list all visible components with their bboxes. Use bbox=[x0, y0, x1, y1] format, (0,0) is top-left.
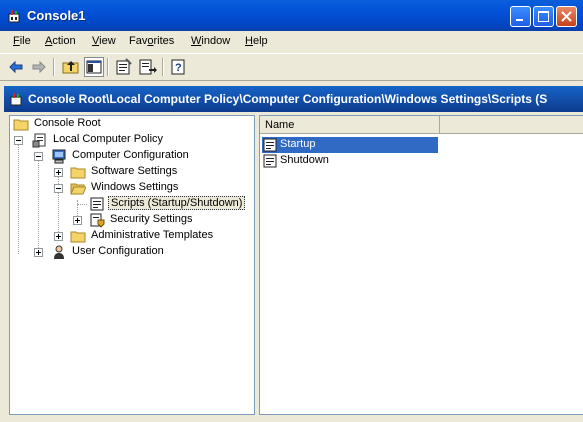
mmc-path-icon bbox=[10, 93, 22, 106]
menu-favorites-pre: Fav bbox=[129, 35, 148, 47]
properties-icon bbox=[116, 58, 132, 75]
security-icon bbox=[90, 213, 105, 228]
script-icon bbox=[263, 138, 277, 152]
collapse-toggle[interactable] bbox=[34, 152, 43, 161]
properties-button[interactable] bbox=[114, 57, 134, 77]
tree-connector bbox=[77, 204, 87, 205]
menu-action[interactable]: Action bbox=[45, 35, 76, 47]
column-header-name[interactable]: Name bbox=[260, 116, 440, 134]
tree-item-label: User Configuration bbox=[72, 245, 164, 257]
mmc-window: Console1 File Action View Favorites Wind… bbox=[0, 0, 583, 422]
folder-icon bbox=[70, 167, 86, 179]
list-item-label: Shutdown bbox=[280, 154, 329, 166]
menu-file-accel: F bbox=[13, 35, 20, 47]
toolbar: ? bbox=[0, 53, 583, 81]
list-item-startup[interactable]: Startup bbox=[262, 137, 438, 153]
column-header-empty bbox=[440, 116, 583, 134]
tree-connector bbox=[58, 168, 59, 236]
up-one-level-icon bbox=[62, 61, 79, 74]
menu-window-accel: W bbox=[191, 35, 202, 47]
collapse-toggle[interactable] bbox=[14, 136, 23, 145]
tree-item-label: Computer Configuration bbox=[72, 149, 189, 161]
menu-file[interactable]: File bbox=[13, 35, 31, 47]
folder-icon bbox=[70, 231, 86, 243]
menu-view[interactable]: View bbox=[92, 35, 116, 47]
show-hide-tree-icon bbox=[86, 60, 102, 74]
open-folder-icon bbox=[70, 183, 86, 195]
menu-view-label: iew bbox=[99, 35, 116, 47]
script-icon bbox=[263, 154, 277, 168]
toolbar-separator bbox=[162, 58, 164, 76]
folder-icon bbox=[13, 119, 29, 131]
computer-icon bbox=[52, 149, 66, 164]
toolbar-separator bbox=[107, 58, 109, 76]
show-hide-tree-button[interactable] bbox=[84, 57, 104, 77]
list-item-shutdown[interactable]: Shutdown bbox=[262, 153, 438, 169]
help-icon: ? bbox=[171, 59, 185, 75]
results-pane[interactable]: Name Startup Shutdown bbox=[259, 115, 583, 415]
minimize-icon bbox=[516, 19, 523, 21]
svg-text:?: ? bbox=[175, 62, 182, 74]
tree-connector bbox=[38, 152, 39, 254]
window-title: Console1 bbox=[27, 8, 86, 23]
tree-connector bbox=[18, 136, 19, 254]
collapse-toggle[interactable] bbox=[54, 184, 63, 193]
menu-help-accel: H bbox=[245, 35, 253, 47]
toolbar-separator bbox=[53, 58, 55, 76]
menu-window[interactable]: Window bbox=[191, 35, 230, 47]
tree-item-label: Administrative Templates bbox=[91, 229, 214, 241]
console-path: Console Root\Local Computer Policy\Compu… bbox=[28, 92, 548, 106]
close-icon bbox=[561, 11, 572, 22]
menu-file-label: ile bbox=[19, 35, 31, 47]
column-header-label: Name bbox=[265, 119, 295, 131]
expand-toggle[interactable] bbox=[73, 216, 82, 225]
tree-item-label: Windows Settings bbox=[91, 181, 179, 193]
export-list-icon bbox=[139, 59, 157, 75]
menu-help-label: elp bbox=[252, 35, 268, 47]
up-one-level-button[interactable] bbox=[61, 57, 81, 77]
close-button[interactable] bbox=[556, 6, 577, 27]
tree-item-label: Console Root bbox=[34, 117, 101, 129]
console-path-bar: Console Root\Local Computer Policy\Compu… bbox=[4, 86, 583, 112]
scripts-icon bbox=[90, 197, 104, 211]
help-button[interactable]: ? bbox=[169, 57, 189, 77]
mmc-app-icon bbox=[8, 10, 20, 23]
menu-bar: File Action View Favorites Window Help bbox=[0, 31, 583, 53]
tree-item-label: Software Settings bbox=[91, 165, 178, 177]
tree-item-label: Scripts (Startup/Shutdown) bbox=[108, 196, 246, 210]
expand-toggle[interactable] bbox=[34, 248, 43, 257]
expand-toggle[interactable] bbox=[54, 232, 63, 241]
user-icon bbox=[54, 245, 64, 259]
export-list-button[interactable] bbox=[138, 57, 158, 77]
menu-favorites[interactable]: Favorites bbox=[129, 35, 174, 47]
maximize-button[interactable] bbox=[533, 6, 554, 27]
expand-toggle[interactable] bbox=[54, 168, 63, 177]
title-bar[interactable]: Console1 bbox=[0, 0, 583, 31]
maximize-icon bbox=[538, 11, 549, 22]
back-icon bbox=[9, 60, 23, 74]
forward-button[interactable] bbox=[29, 57, 49, 77]
menu-favorites-label: rites bbox=[153, 35, 175, 47]
menu-help[interactable]: Help bbox=[245, 35, 268, 47]
tree-item-label: Local Computer Policy bbox=[53, 133, 164, 145]
back-button[interactable] bbox=[6, 57, 26, 77]
menu-window-label: indow bbox=[201, 35, 231, 47]
minimize-button[interactable] bbox=[510, 6, 531, 27]
tree-item-label: Security Settings bbox=[110, 213, 193, 225]
list-item-label: Startup bbox=[280, 138, 316, 150]
menu-action-label: ction bbox=[52, 35, 76, 47]
tree-pane[interactable]: Console Root Local Computer Policy Compu… bbox=[9, 115, 255, 415]
policy-icon bbox=[32, 133, 46, 148]
forward-icon bbox=[32, 60, 46, 74]
